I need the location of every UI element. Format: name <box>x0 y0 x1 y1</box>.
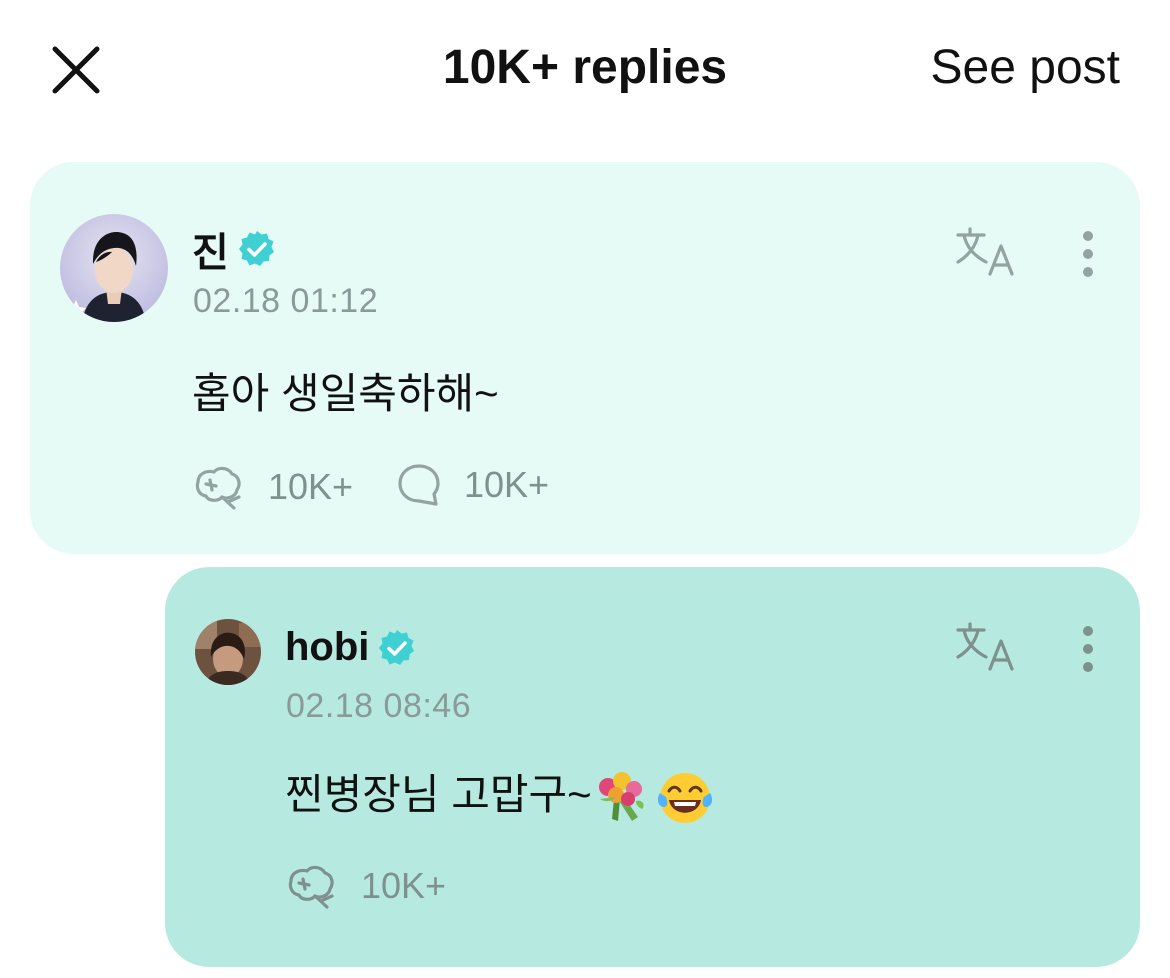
reply-card: hobi 02.18 08:46 찐병장님 고맙구~ 10K+ <box>165 567 1140 967</box>
author-name[interactable]: 진 <box>192 220 229 278</box>
timestamp: 02.18 08:46 <box>286 687 472 725</box>
translate-icon <box>956 227 1014 276</box>
more-icon <box>1083 231 1093 277</box>
original-comment-card: 진 02.18 01:12 홉아 생일축하해~ 10K+ 10K+ <box>30 162 1140 554</box>
more-options-button[interactable] <box>1076 623 1100 679</box>
comment-icon <box>398 464 440 506</box>
cheer-button[interactable]: 10K+ <box>192 464 353 510</box>
verified-badge-icon <box>238 231 274 266</box>
reply-text: 찐병장님 고맙구~ <box>285 761 714 827</box>
more-icon <box>1083 626 1093 672</box>
bouquet-emoji <box>598 771 644 821</box>
see-post-link[interactable]: See post <box>931 40 1120 95</box>
cheer-button[interactable]: 10K+ <box>285 863 446 909</box>
comment-count: 10K+ <box>464 464 550 505</box>
author-row: hobi <box>285 625 417 670</box>
cheer-icon <box>195 466 241 510</box>
translate-icon <box>956 622 1014 671</box>
translate-button[interactable] <box>956 621 1020 673</box>
comment-text: 홉아 생일축하해~ <box>192 370 499 417</box>
cheer-count: 10K+ <box>361 865 447 906</box>
timestamp: 02.18 01:12 <box>193 282 379 320</box>
cheer-icon <box>288 865 334 909</box>
avatar[interactable] <box>60 214 168 322</box>
avatar[interactable] <box>195 619 261 685</box>
tears-of-joy-emoji <box>657 772 712 823</box>
author-name[interactable]: hobi <box>285 625 369 670</box>
cheer-count: 10K+ <box>268 466 354 507</box>
comment-button[interactable]: 10K+ <box>396 462 549 508</box>
author-row: 진 <box>192 220 277 278</box>
translate-button[interactable] <box>956 226 1020 278</box>
header-bar: 10K+ replies See post <box>0 0 1170 140</box>
more-options-button[interactable] <box>1076 228 1100 284</box>
reply-text-content: 찐병장님 고맙구~ <box>285 771 592 818</box>
verified-badge-icon <box>379 629 415 665</box>
